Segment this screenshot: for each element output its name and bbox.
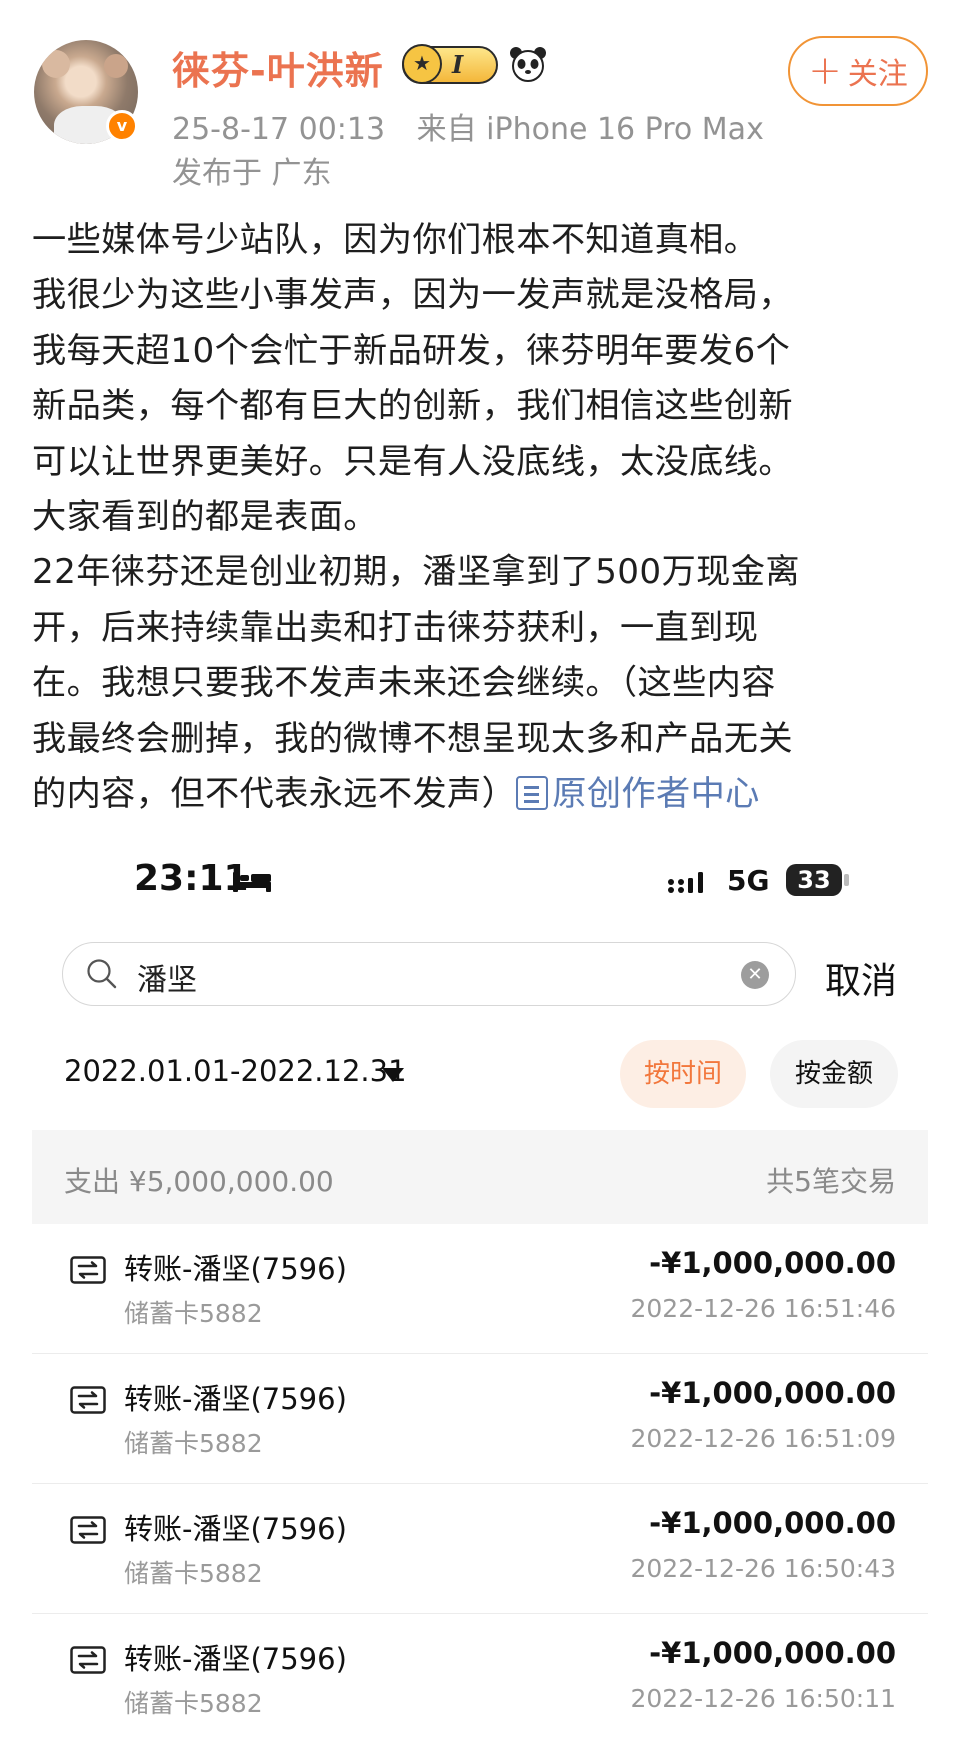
summary-bar: 支出 ¥5,000,000.00 共5笔交易 — [32, 1130, 928, 1224]
post-body-line: 22年徕芬还是创业初期，潘坚拿到了500万现金离 — [32, 552, 800, 593]
panda-icon — [510, 47, 546, 82]
post-body-last-line: 的内容，但不代表永远不发声） 原创作者中心 — [32, 767, 927, 822]
post-body-line: 一些媒体号少站队，因为你们根本不知道真相。 — [32, 220, 759, 260]
vip-level-badge: ★ I — [402, 44, 498, 84]
transaction-time: 2022-12-26 16:51:09 — [630, 1424, 896, 1453]
post-meta: 25-8-17 00:13 来自 iPhone 16 Pro Max — [172, 104, 764, 148]
cancel-button[interactable]: 取消 — [825, 952, 897, 1004]
expense-total: 支出 ¥5,000,000.00 — [64, 1165, 334, 1198]
transaction-amount: -¥1,000,000.00 — [649, 1636, 896, 1670]
transaction-count: 共5笔交易 — [766, 1165, 896, 1198]
date-range-selector[interactable]: 2022.01.01-2022.12.31 — [64, 1054, 407, 1088]
transaction-row[interactable]: 转账-潘坚(7596) 储蓄卡5882 -¥1,000,000.00 2022-… — [32, 1224, 928, 1354]
transaction-card: 储蓄卡5882 — [124, 1689, 263, 1718]
post-body-line: 新品类，每个都有巨大的创新，我们相信这些创新 — [32, 386, 793, 427]
transaction-card: 储蓄卡5882 — [124, 1299, 263, 1328]
transfer-icon — [70, 1386, 106, 1414]
post-body-line: 我很少为这些小事发声，因为一发声就是没格局， — [32, 275, 793, 316]
post-body-line: 在。我想只要我不发声未来还会继续。（这些内容 — [32, 663, 776, 704]
post-location: 发布于 广东 — [172, 156, 332, 191]
transaction-title: 转账-潘坚(7596) — [124, 1512, 347, 1546]
transaction-card: 储蓄卡5882 — [124, 1429, 263, 1458]
transfer-icon — [70, 1516, 106, 1544]
battery-cap — [844, 874, 849, 886]
transaction-card: 储蓄卡5882 — [124, 1559, 263, 1588]
transaction-title: 转账-潘坚(7596) — [124, 1642, 347, 1676]
search-input[interactable]: 潘坚 ✕ — [62, 942, 796, 1006]
transaction-amount: -¥1,000,000.00 — [649, 1376, 896, 1410]
battery-indicator: 33 — [786, 864, 842, 896]
post-source: 来自 iPhone 16 Pro Max — [416, 112, 764, 147]
original-author-icon — [516, 776, 549, 811]
bottom-fade — [0, 1720, 959, 1746]
sleep-mode-icon — [233, 872, 271, 892]
post-body-line: 的内容，但不代表永远不发声） — [32, 774, 517, 815]
avatar-background-person — [42, 50, 70, 78]
post-body: 一些媒体号少站队，因为你们根本不知道真相。 我很少为这些小事发声，因为一发声就是… — [32, 213, 927, 822]
post-timestamp: 25-8-17 00:13 — [172, 112, 386, 147]
vip-level-label: I — [452, 50, 464, 79]
post-body-line: 我最终会删掉，我的微博不想呈现太多和产品无关 — [32, 718, 793, 759]
post-body-line: 我每天超10个会忙于新品研发，徕芬明年要发6个 — [32, 330, 791, 371]
post-body-line: 开，后来持续靠出卖和打击徕芬获利，一直到现 — [32, 607, 759, 648]
network-type: 5G — [727, 864, 770, 897]
verified-badge-icon: v — [106, 110, 138, 142]
creator-center-link[interactable]: 原创作者中心 — [516, 774, 760, 814]
plus-icon: + — [808, 48, 842, 94]
post-body-line: 可以让世界更美好。只是有人没底线，太没底线。 — [32, 441, 793, 482]
crown-icon: ★ — [402, 44, 442, 84]
transaction-time: 2022-12-26 16:50:11 — [630, 1684, 896, 1713]
transaction-time: 2022-12-26 16:51:46 — [630, 1294, 896, 1323]
search-icon — [87, 959, 117, 989]
chevron-down-icon[interactable] — [382, 1068, 404, 1082]
clear-icon[interactable]: ✕ — [741, 961, 769, 989]
transaction-title: 转账-潘坚(7596) — [124, 1382, 347, 1416]
follow-button[interactable]: + 关注 — [788, 36, 928, 106]
transaction-title: 转账-潘坚(7596) — [124, 1252, 347, 1286]
follow-button-label: 关注 — [847, 57, 908, 92]
search-query: 潘坚 — [137, 963, 197, 998]
creator-center-link-label: 原创作者中心 — [552, 774, 760, 815]
transaction-row[interactable]: 转账-潘坚(7596) 储蓄卡5882 -¥1,000,000.00 2022-… — [32, 1484, 928, 1614]
sort-by-time-button[interactable]: 按时间 — [620, 1040, 746, 1108]
sort-by-amount-button[interactable]: 按金额 — [770, 1040, 898, 1108]
transaction-amount: -¥1,000,000.00 — [649, 1506, 896, 1540]
transfer-icon — [70, 1256, 106, 1284]
post-body-line: 大家看到的都是表面。 — [32, 497, 378, 538]
avatar-background-person — [104, 54, 128, 78]
transaction-time: 2022-12-26 16:50:43 — [630, 1554, 896, 1583]
transfer-icon — [70, 1646, 106, 1674]
signal-strength-icon — [668, 872, 703, 893]
username[interactable]: 徕芬-叶洪新 — [172, 40, 384, 95]
transaction-amount: -¥1,000,000.00 — [649, 1246, 896, 1280]
transaction-row[interactable]: 转账-潘坚(7596) 储蓄卡5882 -¥1,000,000.00 2022-… — [32, 1354, 928, 1484]
